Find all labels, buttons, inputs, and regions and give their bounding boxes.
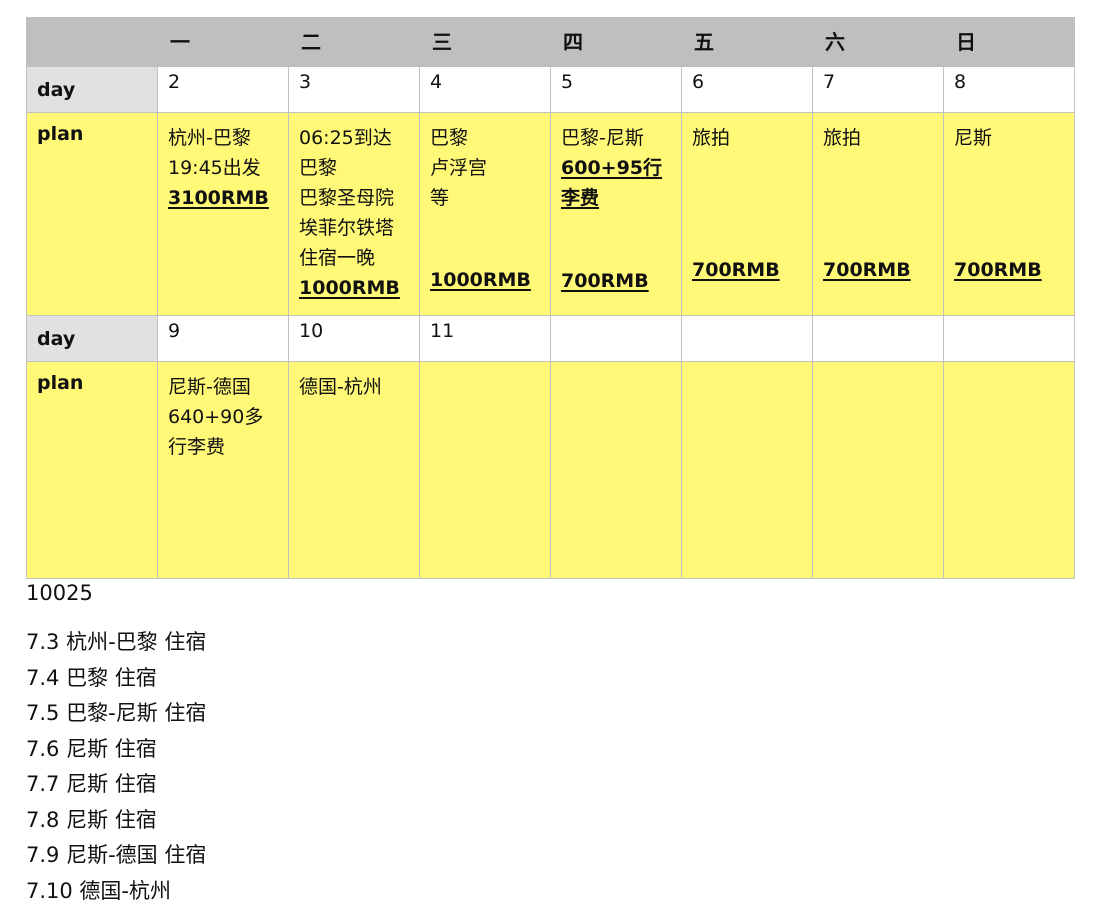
reference-code: 10025: [26, 581, 93, 605]
plan-cell: [419, 361, 551, 579]
price-label: 700RMB: [823, 259, 911, 281]
week2-plan-row: plan 尼斯-德国 640+90多 行李费 德国-杭州: [26, 361, 1075, 579]
day-cell: 5: [550, 66, 682, 113]
itinerary-line: 7.5 巴黎-尼斯 住宿: [26, 701, 207, 725]
day-cell: [550, 315, 682, 362]
price-label: 700RMB: [954, 259, 1042, 281]
plan-text: 埃菲尔铁塔: [299, 217, 395, 239]
weekday-header-fri: 五: [681, 17, 813, 67]
plan-text: 06:25到达: [299, 127, 392, 149]
price-label: 3100RMB: [168, 187, 269, 209]
weekday-header-sat: 六: [812, 17, 944, 67]
day-cell: 7: [812, 66, 944, 113]
plan-cell: 尼斯 700RMB: [943, 112, 1075, 316]
price-label: 1000RMB: [430, 269, 531, 291]
price-label: 700RMB: [692, 259, 780, 281]
day-cell: 2: [157, 66, 289, 113]
day-number: 3: [299, 71, 312, 93]
plan-cell: [681, 361, 813, 579]
plan-cell: [812, 361, 944, 579]
itinerary-list: 7.3 杭州-巴黎 住宿 7.4 巴黎 住宿 7.5 巴黎-尼斯 住宿 7.6 …: [26, 625, 1075, 909]
plan-cost-note: 600+95行: [561, 157, 663, 179]
itinerary-line: 7.8 尼斯 住宿: [26, 807, 157, 832]
plan-cell: 巴黎-尼斯 600+95行 李费 700RMB: [550, 112, 682, 316]
plan-text: 旅拍: [692, 127, 731, 149]
weekday-header-thu: 四: [550, 17, 682, 67]
day-cell: 6: [681, 66, 813, 113]
day-number: 5: [561, 71, 574, 93]
plan-text: 巴黎: [430, 127, 469, 149]
plan-text: 卢浮宫: [430, 157, 488, 179]
plan-text: 行李费: [168, 436, 226, 458]
weekday-header-tue: 二: [288, 17, 420, 67]
day-cell: [681, 315, 813, 362]
itinerary-line: 7.7 尼斯 住宿: [26, 772, 157, 796]
plan-text: 巴黎-尼斯: [561, 127, 644, 149]
itinerary-line: 7.3 杭州-巴黎 住宿: [26, 630, 207, 654]
plan-cell: [943, 361, 1075, 579]
row-label-plan: plan: [26, 361, 158, 579]
weekday-header-sun: 日: [943, 17, 1075, 67]
itinerary-line: 7.4 巴黎 住宿: [26, 665, 157, 690]
plan-cell: 巴黎 卢浮宫 等 1000RMB: [419, 112, 551, 316]
day-number: 8: [954, 71, 967, 93]
weekday-header-wed: 三: [419, 17, 551, 67]
day-cell: 11: [419, 315, 551, 362]
day-cell: 10: [288, 315, 420, 362]
plan-cost-note: 李费: [561, 187, 600, 209]
plan-cell: 旅拍 700RMB: [812, 112, 944, 316]
day-cell: 8: [943, 66, 1075, 113]
travel-calendar-table: 一 二 三 四 五 六 日 day 2 3 4 5 6 7 8 plan 杭州-…: [26, 17, 1075, 579]
day-number: 11: [430, 320, 455, 342]
plan-text: 德国-杭州: [299, 376, 382, 398]
plan-text: 等: [430, 187, 450, 209]
itinerary-line: 7.10 德国-杭州: [26, 878, 172, 903]
price-label: 700RMB: [561, 270, 649, 292]
day-cell: [943, 315, 1075, 362]
day-number: 9: [168, 320, 181, 342]
price-label: 1000RMB: [299, 277, 400, 299]
row-label-plan: plan: [26, 112, 158, 316]
row-label-day: day: [26, 66, 158, 113]
day-cell: 3: [288, 66, 420, 113]
plan-text: 19:45出发: [168, 157, 261, 179]
plan-text: 杭州-巴黎: [168, 127, 251, 149]
plan-text: 尼斯: [954, 127, 993, 149]
day-number: 7: [823, 71, 836, 93]
itinerary-line: 7.9 尼斯-德国 住宿: [26, 843, 207, 867]
day-number: 10: [299, 320, 324, 342]
plan-cell: 06:25到达 巴黎 巴黎圣母院 埃菲尔铁塔 住宿一晚 1000RMB: [288, 112, 420, 316]
day-number: 6: [692, 71, 705, 93]
header-corner-cell: [26, 17, 158, 67]
day-number: 4: [430, 71, 443, 93]
week1-day-row: day 2 3 4 5 6 7 8: [26, 66, 1075, 113]
plan-cell: 德国-杭州: [288, 361, 420, 579]
notes-section: 10025 7.3 杭州-巴黎 住宿 7.4 巴黎 住宿 7.5 巴黎-尼斯 住…: [26, 579, 1075, 909]
plan-text: 住宿一晚: [299, 247, 376, 269]
weekday-header-row: 一 二 三 四 五 六 日: [26, 17, 1075, 67]
plan-text: 640+90多: [168, 406, 264, 428]
row-label-day: day: [26, 315, 158, 362]
week2-day-row: day 9 10 11: [26, 315, 1075, 362]
plan-text: 旅拍: [823, 127, 862, 149]
plan-cell: 杭州-巴黎 19:45出发 3100RMB: [157, 112, 289, 316]
plan-text: 巴黎: [299, 157, 338, 179]
itinerary-line: 7.6 尼斯 住宿: [26, 736, 157, 761]
document: 一 二 三 四 五 六 日 day 2 3 4 5 6 7 8 plan 杭州-…: [26, 17, 1075, 909]
plan-text: 尼斯-德国: [168, 376, 251, 398]
plan-text: 巴黎圣母院: [299, 187, 395, 209]
day-cell: [812, 315, 944, 362]
day-cell: 9: [157, 315, 289, 362]
week1-plan-row: plan 杭州-巴黎 19:45出发 3100RMB 06:25到达 巴黎 巴黎…: [26, 112, 1075, 316]
weekday-header-mon: 一: [157, 17, 289, 67]
plan-cell: [550, 361, 682, 579]
plan-cell: 旅拍 700RMB: [681, 112, 813, 316]
day-cell: 4: [419, 66, 551, 113]
plan-cell: 尼斯-德国 640+90多 行李费: [157, 361, 289, 579]
day-number: 2: [168, 71, 181, 93]
